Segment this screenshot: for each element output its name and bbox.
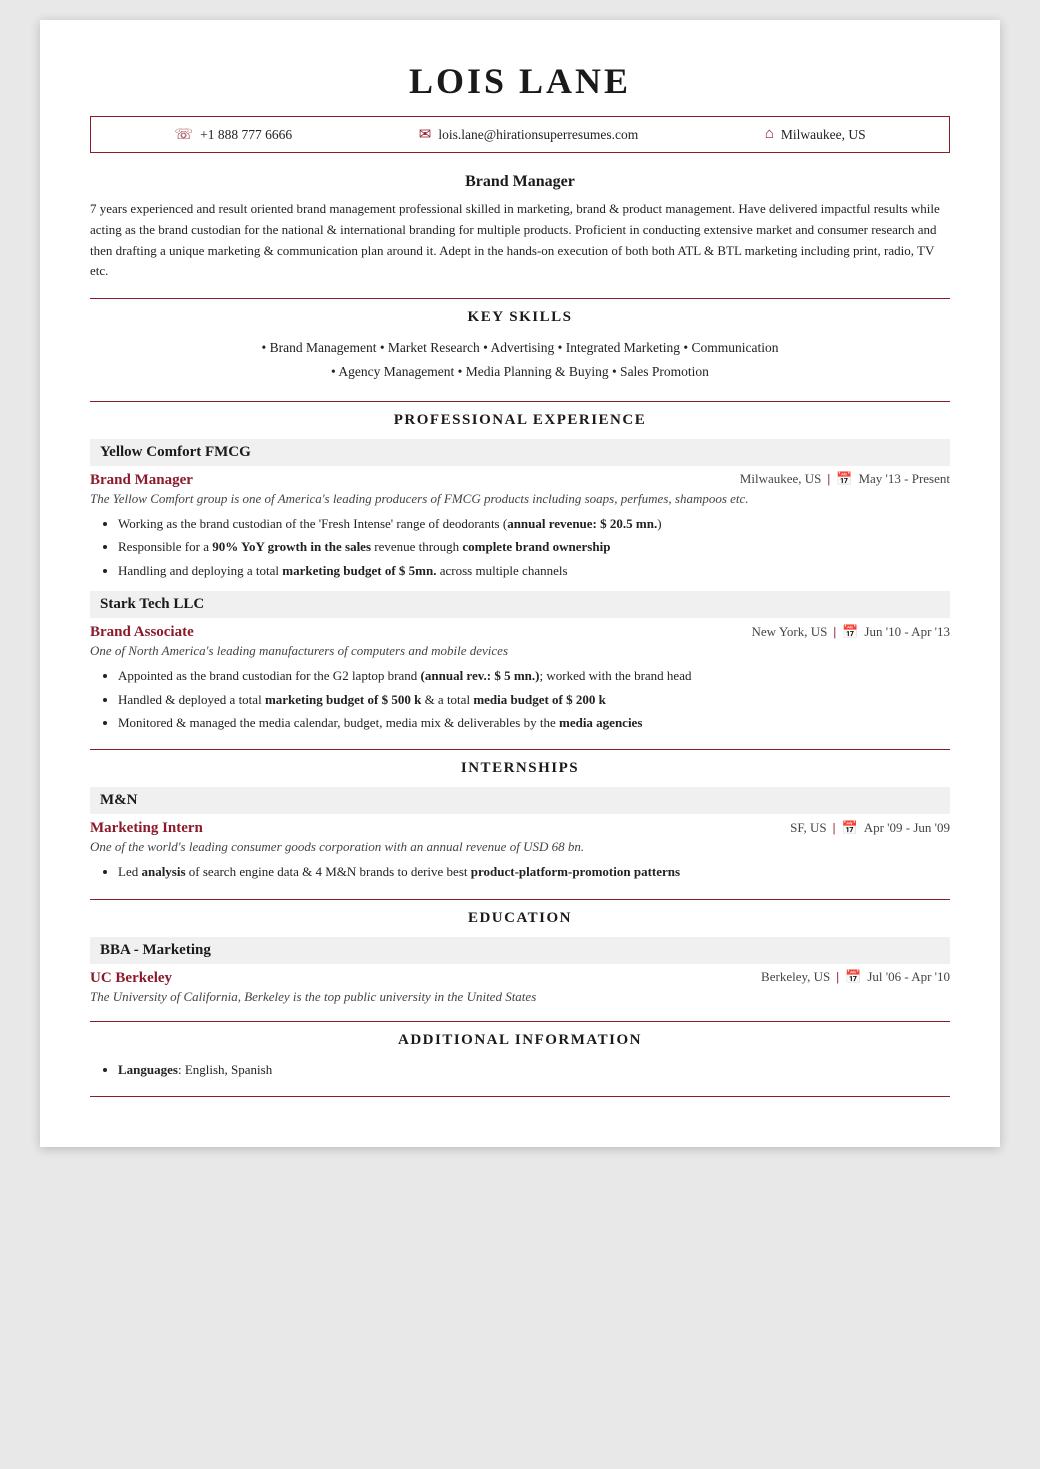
objective-title: Brand Manager (90, 173, 950, 191)
pipe-3: | (833, 820, 836, 836)
cal-icon-4: 📅 (845, 969, 861, 985)
experience-heading: PROFESSIONAL EXPERIENCE (90, 412, 950, 429)
job-1-bullets: Working as the brand custodian of the 'F… (90, 513, 950, 581)
internships-heading: INTERNSHIPS (90, 760, 950, 777)
divider-internships (90, 749, 950, 750)
job-2-title: Brand Associate (90, 624, 194, 641)
bullet-item: Appointed as the brand custodian for the… (118, 665, 950, 686)
phone-contact: ☏ +1 888 777 6666 (174, 125, 292, 144)
skills-line1: • Brand Management • Market Research • A… (90, 336, 950, 385)
company-3: M&N (90, 787, 950, 814)
pipe-1: | (827, 471, 830, 487)
degree-1: BBA - Marketing (90, 937, 950, 964)
job-1-location-date: Milwaukee, US | 📅 May '13 - Present (740, 471, 950, 487)
cal-icon-3: 📅 (842, 820, 858, 836)
location-text: Milwaukee, US (781, 127, 866, 143)
job-2-bullets: Appointed as the brand custodian for the… (90, 665, 950, 733)
company-2: Stark Tech LLC (90, 591, 950, 618)
edu-1-location-date: Berkeley, US | 📅 Jul '06 - Apr '10 (761, 969, 950, 985)
email-address: lois.lane@hirationsuperresumes.com (438, 127, 638, 143)
education-heading: EDUCATION (90, 910, 950, 927)
job-1-date: May '13 - Present (858, 471, 950, 487)
divider-education (90, 899, 950, 900)
job-3-bullets: Led analysis of search engine data & 4 M… (90, 861, 950, 882)
objective-section: Brand Manager 7 years experienced and re… (90, 173, 950, 282)
edu-1-location: Berkeley, US (761, 969, 830, 985)
edu-1-description: The University of California, Berkeley i… (90, 989, 950, 1005)
contact-bar: ☏ +1 888 777 6666 ✉ lois.lane@hirationsu… (90, 116, 950, 153)
skills-section: KEY SKILLS • Brand Management • Market R… (90, 309, 950, 385)
divider-skills (90, 298, 950, 299)
job-2-header: Brand Associate New York, US | 📅 Jun '10… (90, 622, 950, 641)
company-2-name: Stark Tech LLC (100, 596, 204, 612)
additional-list: Languages: English, Spanish (90, 1059, 950, 1080)
skills-text-line2: • Agency Management • Media Planning & B… (331, 364, 709, 379)
cal-icon-1: 📅 (836, 471, 852, 487)
pipe-2: | (833, 624, 836, 640)
education-section: EDUCATION BBA - Marketing UC Berkeley Be… (90, 910, 950, 1005)
job-3-date: Apr '09 - Jun '09 (864, 820, 950, 836)
company-3-name: M&N (100, 792, 138, 808)
skills-heading: KEY SKILLS (90, 309, 950, 326)
job-3-description: One of the world's leading consumer good… (90, 839, 950, 855)
divider-experience (90, 401, 950, 402)
degree-1-name: BBA - Marketing (100, 942, 211, 958)
bullet-item: Responsible for a 90% YoY growth in the … (118, 536, 950, 557)
cal-icon-2: 📅 (842, 624, 858, 640)
job-2-location: New York, US (752, 624, 828, 640)
school-1-name: UC Berkeley (90, 970, 172, 987)
job-2-date: Jun '10 - Apr '13 (864, 624, 950, 640)
skills-text-line1: • Brand Management • Market Research • A… (262, 340, 779, 355)
internships-section: INTERNSHIPS M&N Marketing Intern SF, US … (90, 760, 950, 882)
job-1-header: Brand Manager Milwaukee, US | 📅 May '13 … (90, 470, 950, 489)
additional-section: ADDITIONAL INFORMATION Languages: Englis… (90, 1032, 950, 1080)
additional-item: Languages: English, Spanish (118, 1059, 950, 1080)
divider-additional (90, 1021, 950, 1022)
job-1-location: Milwaukee, US (740, 471, 822, 487)
company-1: Yellow Comfort FMCG (90, 439, 950, 466)
bullet-item: Led analysis of search engine data & 4 M… (118, 861, 950, 882)
job-2-location-date: New York, US | 📅 Jun '10 - Apr '13 (752, 624, 951, 640)
email-icon: ✉ (419, 125, 432, 144)
job-3-location-date: SF, US | 📅 Apr '09 - Jun '09 (790, 820, 950, 836)
location-contact: ⌂ Milwaukee, US (765, 126, 866, 143)
job-1-description: The Yellow Comfort group is one of Ameri… (90, 491, 950, 507)
phone-number: +1 888 777 6666 (200, 127, 292, 143)
bullet-item: Handling and deploying a total marketing… (118, 560, 950, 581)
bullet-item: Working as the brand custodian of the 'F… (118, 513, 950, 534)
additional-heading: ADDITIONAL INFORMATION (90, 1032, 950, 1049)
job-1-title: Brand Manager (90, 472, 193, 489)
candidate-name: LOIS LANE (90, 60, 950, 102)
job-3-title: Marketing Intern (90, 820, 203, 837)
edu-1-date: Jul '06 - Apr '10 (867, 969, 950, 985)
job-3-header: Marketing Intern SF, US | 📅 Apr '09 - Ju… (90, 818, 950, 837)
experience-section: PROFESSIONAL EXPERIENCE Yellow Comfort F… (90, 412, 950, 734)
resume-container: LOIS LANE ☏ +1 888 777 6666 ✉ lois.lane@… (40, 20, 1000, 1147)
bullet-item: Handled & deployed a total marketing bud… (118, 689, 950, 710)
job-2-description: One of North America's leading manufactu… (90, 643, 950, 659)
objective-text: 7 years experienced and result oriented … (90, 199, 950, 282)
email-contact: ✉ lois.lane@hirationsuperresumes.com (419, 125, 638, 144)
location-icon: ⌂ (765, 126, 774, 143)
edu-1-header: UC Berkeley Berkeley, US | 📅 Jul '06 - A… (90, 968, 950, 987)
bullet-item: Monitored & managed the media calendar, … (118, 712, 950, 733)
divider-end (90, 1096, 950, 1097)
phone-icon: ☏ (174, 125, 193, 144)
pipe-4: | (836, 969, 839, 985)
job-3-location: SF, US (790, 820, 827, 836)
company-1-name: Yellow Comfort FMCG (100, 444, 251, 460)
